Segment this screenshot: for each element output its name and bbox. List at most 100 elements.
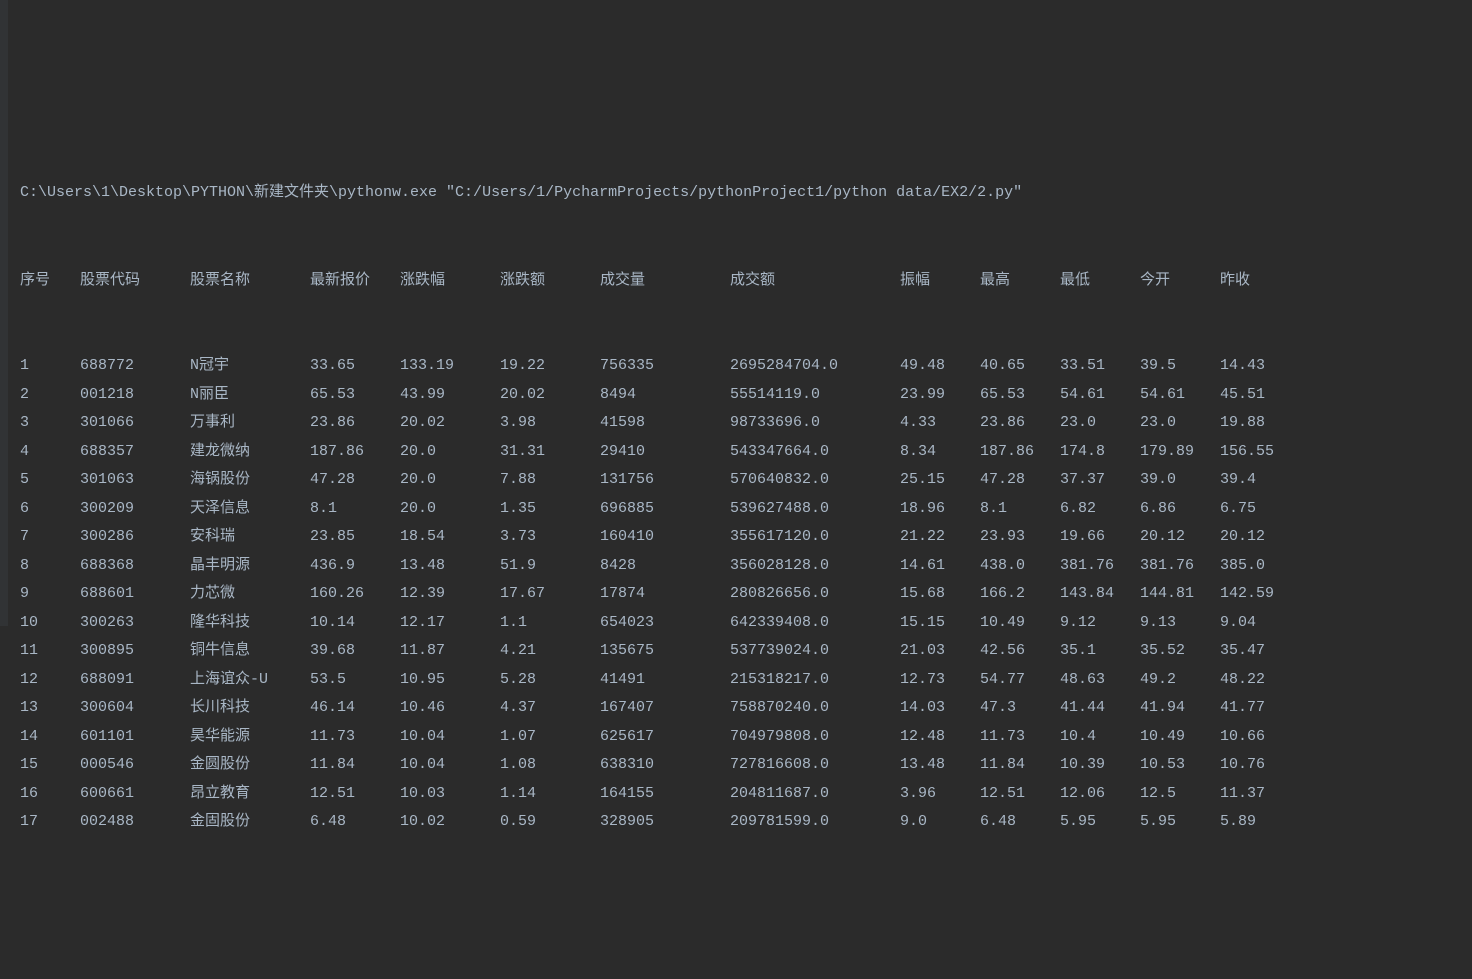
cell-amount: 215318217.0 — [730, 666, 900, 695]
table-row: 3301066万事利23.8620.023.984159898733696.04… — [20, 409, 1472, 438]
cell-amount: 537739024.0 — [730, 637, 900, 666]
cell-open: 20.12 — [1140, 523, 1220, 552]
cell-prev-close: 10.76 — [1220, 751, 1300, 780]
cell-open: 12.5 — [1140, 780, 1220, 809]
cell-volume: 696885 — [600, 495, 730, 524]
header-name: 股票名称 — [190, 267, 310, 296]
cell-open: 5.95 — [1140, 808, 1220, 837]
header-open: 今开 — [1140, 267, 1220, 296]
cell-open: 10.53 — [1140, 751, 1220, 780]
table-row: 8688368晶丰明源436.913.4851.98428356028128.0… — [20, 552, 1472, 581]
cell-price: 23.86 — [310, 409, 400, 438]
cell-volume: 160410 — [600, 523, 730, 552]
cell-high: 54.77 — [980, 666, 1060, 695]
cell-amplitude: 12.48 — [900, 723, 980, 752]
cell-price: 39.68 — [310, 637, 400, 666]
cell-price: 53.5 — [310, 666, 400, 695]
cell-amount: 204811687.0 — [730, 780, 900, 809]
cell-code: 688772 — [80, 352, 190, 381]
cell-idx: 17 — [20, 808, 80, 837]
header-volume: 成交量 — [600, 267, 730, 296]
cell-volume: 654023 — [600, 609, 730, 638]
cell-change-percent: 20.02 — [400, 409, 500, 438]
cell-low: 48.63 — [1060, 666, 1140, 695]
cell-price: 187.86 — [310, 438, 400, 467]
header-high: 最高 — [980, 267, 1060, 296]
cell-name: 海锅股份 — [190, 466, 310, 495]
table-row: 13300604长川科技46.1410.464.3716740775887024… — [20, 694, 1472, 723]
cell-idx: 9 — [20, 580, 80, 609]
cell-price: 65.53 — [310, 381, 400, 410]
cell-amount: 543347664.0 — [730, 438, 900, 467]
cell-change-percent: 12.17 — [400, 609, 500, 638]
header-amplitude: 振幅 — [900, 267, 980, 296]
cell-low: 381.76 — [1060, 552, 1140, 581]
cell-prev-close: 6.75 — [1220, 495, 1300, 524]
cell-low: 9.12 — [1060, 609, 1140, 638]
cell-change-amount: 20.02 — [500, 381, 600, 410]
cell-low: 12.06 — [1060, 780, 1140, 809]
cell-volume: 638310 — [600, 751, 730, 780]
cell-amount: 209781599.0 — [730, 808, 900, 837]
cell-high: 40.65 — [980, 352, 1060, 381]
cell-change-percent: 10.02 — [400, 808, 500, 837]
cell-high: 11.84 — [980, 751, 1060, 780]
cell-prev-close: 14.43 — [1220, 352, 1300, 381]
table-row: 11300895铜牛信息39.6811.874.2113567553773902… — [20, 637, 1472, 666]
cell-low: 37.37 — [1060, 466, 1140, 495]
table-row: 2001218N丽臣65.5343.9920.02849455514119.02… — [20, 381, 1472, 410]
cell-change-amount: 1.35 — [500, 495, 600, 524]
cell-low: 10.4 — [1060, 723, 1140, 752]
cell-code: 688091 — [80, 666, 190, 695]
cell-change-percent: 43.99 — [400, 381, 500, 410]
cell-open: 144.81 — [1140, 580, 1220, 609]
cell-high: 11.73 — [980, 723, 1060, 752]
table-row: 6300209天泽信息8.120.01.35696885539627488.01… — [20, 495, 1472, 524]
cell-change-amount: 19.22 — [500, 352, 600, 381]
cell-change-amount: 3.73 — [500, 523, 600, 552]
cell-amount: 758870240.0 — [730, 694, 900, 723]
cell-open: 6.86 — [1140, 495, 1220, 524]
cell-prev-close: 385.0 — [1220, 552, 1300, 581]
table-row: 16600661昂立教育12.5110.031.1416415520481168… — [20, 780, 1472, 809]
cell-code: 300604 — [80, 694, 190, 723]
cell-prev-close: 10.66 — [1220, 723, 1300, 752]
cell-change-amount: 1.1 — [500, 609, 600, 638]
cell-idx: 16 — [20, 780, 80, 809]
cell-amount: 2695284704.0 — [730, 352, 900, 381]
cell-price: 23.85 — [310, 523, 400, 552]
cell-high: 10.49 — [980, 609, 1060, 638]
cell-price: 47.28 — [310, 466, 400, 495]
cell-volume: 17874 — [600, 580, 730, 609]
cell-amplitude: 15.68 — [900, 580, 980, 609]
cell-amplitude: 21.03 — [900, 637, 980, 666]
cell-open: 49.2 — [1140, 666, 1220, 695]
cell-amplitude: 14.61 — [900, 552, 980, 581]
cell-code: 688357 — [80, 438, 190, 467]
cell-code: 002488 — [80, 808, 190, 837]
cell-high: 12.51 — [980, 780, 1060, 809]
cell-name: 晶丰明源 — [190, 552, 310, 581]
cell-price: 46.14 — [310, 694, 400, 723]
cell-amplitude: 13.48 — [900, 751, 980, 780]
cell-price: 11.84 — [310, 751, 400, 780]
cell-amplitude: 23.99 — [900, 381, 980, 410]
cell-code: 001218 — [80, 381, 190, 410]
cell-prev-close: 9.04 — [1220, 609, 1300, 638]
cell-open: 41.94 — [1140, 694, 1220, 723]
cell-idx: 11 — [20, 637, 80, 666]
cell-change-amount: 17.67 — [500, 580, 600, 609]
command-line: C:\Users\1\Desktop\PYTHON\新建文件夹\pythonw.… — [20, 179, 1472, 208]
cell-amplitude: 12.73 — [900, 666, 980, 695]
cell-idx: 2 — [20, 381, 80, 410]
cell-amplitude: 15.15 — [900, 609, 980, 638]
cell-amplitude: 4.33 — [900, 409, 980, 438]
cell-prev-close: 20.12 — [1220, 523, 1300, 552]
cell-idx: 8 — [20, 552, 80, 581]
cell-high: 42.56 — [980, 637, 1060, 666]
cell-prev-close: 45.51 — [1220, 381, 1300, 410]
cell-prev-close: 19.88 — [1220, 409, 1300, 438]
cell-change-amount: 4.37 — [500, 694, 600, 723]
cell-amount: 642339408.0 — [730, 609, 900, 638]
cell-idx: 5 — [20, 466, 80, 495]
